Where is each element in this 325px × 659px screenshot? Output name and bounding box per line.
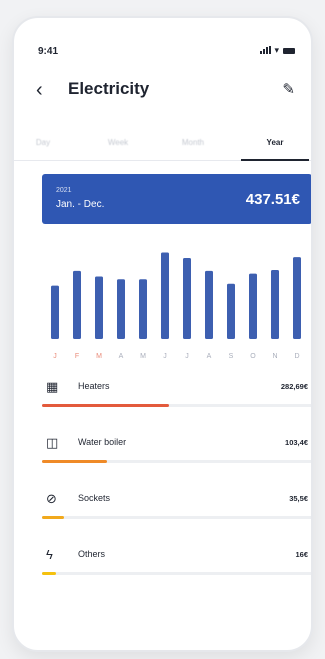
tab-month[interactable]: Month xyxy=(168,138,218,147)
chart-month-label-0: J xyxy=(53,353,57,360)
phone-screen: 9:41 ▾ ‹ Electricity ✎ Day Week Month Ye… xyxy=(12,16,313,652)
chart-month-label-10: N xyxy=(272,353,277,360)
period-summary-card: 2021 Jan. - Dec. 437.51€ xyxy=(42,174,311,224)
water-boiler-icon: ◫ xyxy=(46,435,59,450)
category-progress-fill xyxy=(42,516,64,519)
category-row-sockets[interactable]: ⊘ Sockets 35,5€ xyxy=(42,491,311,532)
chart-month-label-4: M xyxy=(140,353,146,360)
category-progress-track xyxy=(42,516,311,519)
category-row-heaters[interactable]: ▦ Heaters 282,69€ xyxy=(42,379,311,420)
status-icons: ▾ xyxy=(260,45,295,55)
wifi-icon: ▾ xyxy=(274,45,279,55)
category-row-others[interactable]: ϟ Others 16€ xyxy=(42,547,311,588)
chart-month-label-8: S xyxy=(229,353,234,360)
tab-day[interactable]: Day xyxy=(18,138,68,147)
category-amount: 16€ xyxy=(295,550,308,559)
tab-active-indicator xyxy=(241,159,309,161)
battery-icon xyxy=(283,48,295,54)
category-progress-track xyxy=(42,572,311,575)
chart-bar-10[interactable] xyxy=(271,270,279,339)
chart-bar-3[interactable] xyxy=(117,279,125,339)
category-progress-track xyxy=(42,460,311,463)
chart-month-label-5: J xyxy=(163,353,167,360)
period-tabs: Day Week Month Year xyxy=(14,134,311,161)
status-bar: 9:41 ▾ xyxy=(14,18,311,57)
chart-bar-7[interactable] xyxy=(205,270,213,339)
chart-bar-4[interactable] xyxy=(139,279,147,339)
category-progress-track xyxy=(42,404,311,407)
edit-button[interactable]: ✎ xyxy=(282,80,295,98)
category-amount: 103,4€ xyxy=(285,438,308,447)
category-row-water-boiler[interactable]: ◫ Water boiler 103,4€ xyxy=(42,435,311,476)
header: ‹ Electricity ✎ xyxy=(14,78,311,110)
chart-month-label-3: A xyxy=(119,353,124,360)
chart-month-label-9: O xyxy=(250,353,256,360)
chart-month-label-1: F xyxy=(75,353,79,360)
chart-month-label-11: D xyxy=(294,353,299,360)
page-title: Electricity xyxy=(68,79,150,98)
category-amount: 282,69€ xyxy=(280,382,308,391)
chart-bar-6[interactable] xyxy=(183,258,191,339)
chart-bar-9[interactable] xyxy=(249,273,257,339)
category-name: Water boiler xyxy=(78,437,127,447)
back-button[interactable]: ‹ xyxy=(36,80,43,100)
signal-icon xyxy=(260,46,272,54)
period-year: 2021 xyxy=(56,187,72,194)
pencil-icon: ✎ xyxy=(282,81,295,98)
lightning-icon: ϟ xyxy=(46,547,53,562)
tab-week[interactable]: Week xyxy=(93,138,143,147)
chart-bar-2[interactable] xyxy=(95,276,103,339)
chart-bar-1[interactable] xyxy=(73,270,81,339)
tab-year[interactable]: Year xyxy=(250,138,300,147)
chart-bar-0[interactable] xyxy=(51,285,59,339)
category-name: Others xyxy=(78,549,106,559)
category-progress-fill xyxy=(42,404,169,407)
period-range: Jan. - Dec. xyxy=(56,199,105,210)
chart-month-label-6: J xyxy=(185,353,189,360)
chart-month-label-2: M xyxy=(96,353,102,360)
category-name: Sockets xyxy=(78,493,111,503)
category-progress-fill xyxy=(42,572,56,575)
category-name: Heaters xyxy=(78,381,110,391)
category-progress-fill xyxy=(42,460,107,463)
chevron-left-icon: ‹ xyxy=(36,79,43,101)
heater-icon: ▦ xyxy=(46,379,59,394)
plug-icon: ⊘ xyxy=(46,491,57,506)
status-time: 9:41 xyxy=(38,46,59,57)
chart-bar-5[interactable] xyxy=(161,252,169,339)
chart-bar-11[interactable] xyxy=(293,257,301,339)
chart-month-label-7: A xyxy=(207,353,212,360)
period-total: 437.51€ xyxy=(245,191,300,208)
chart-bar-8[interactable] xyxy=(227,283,235,339)
monthly-bar-chart: JFMAMJJASOND xyxy=(51,252,301,360)
category-amount: 35,5€ xyxy=(289,494,308,503)
